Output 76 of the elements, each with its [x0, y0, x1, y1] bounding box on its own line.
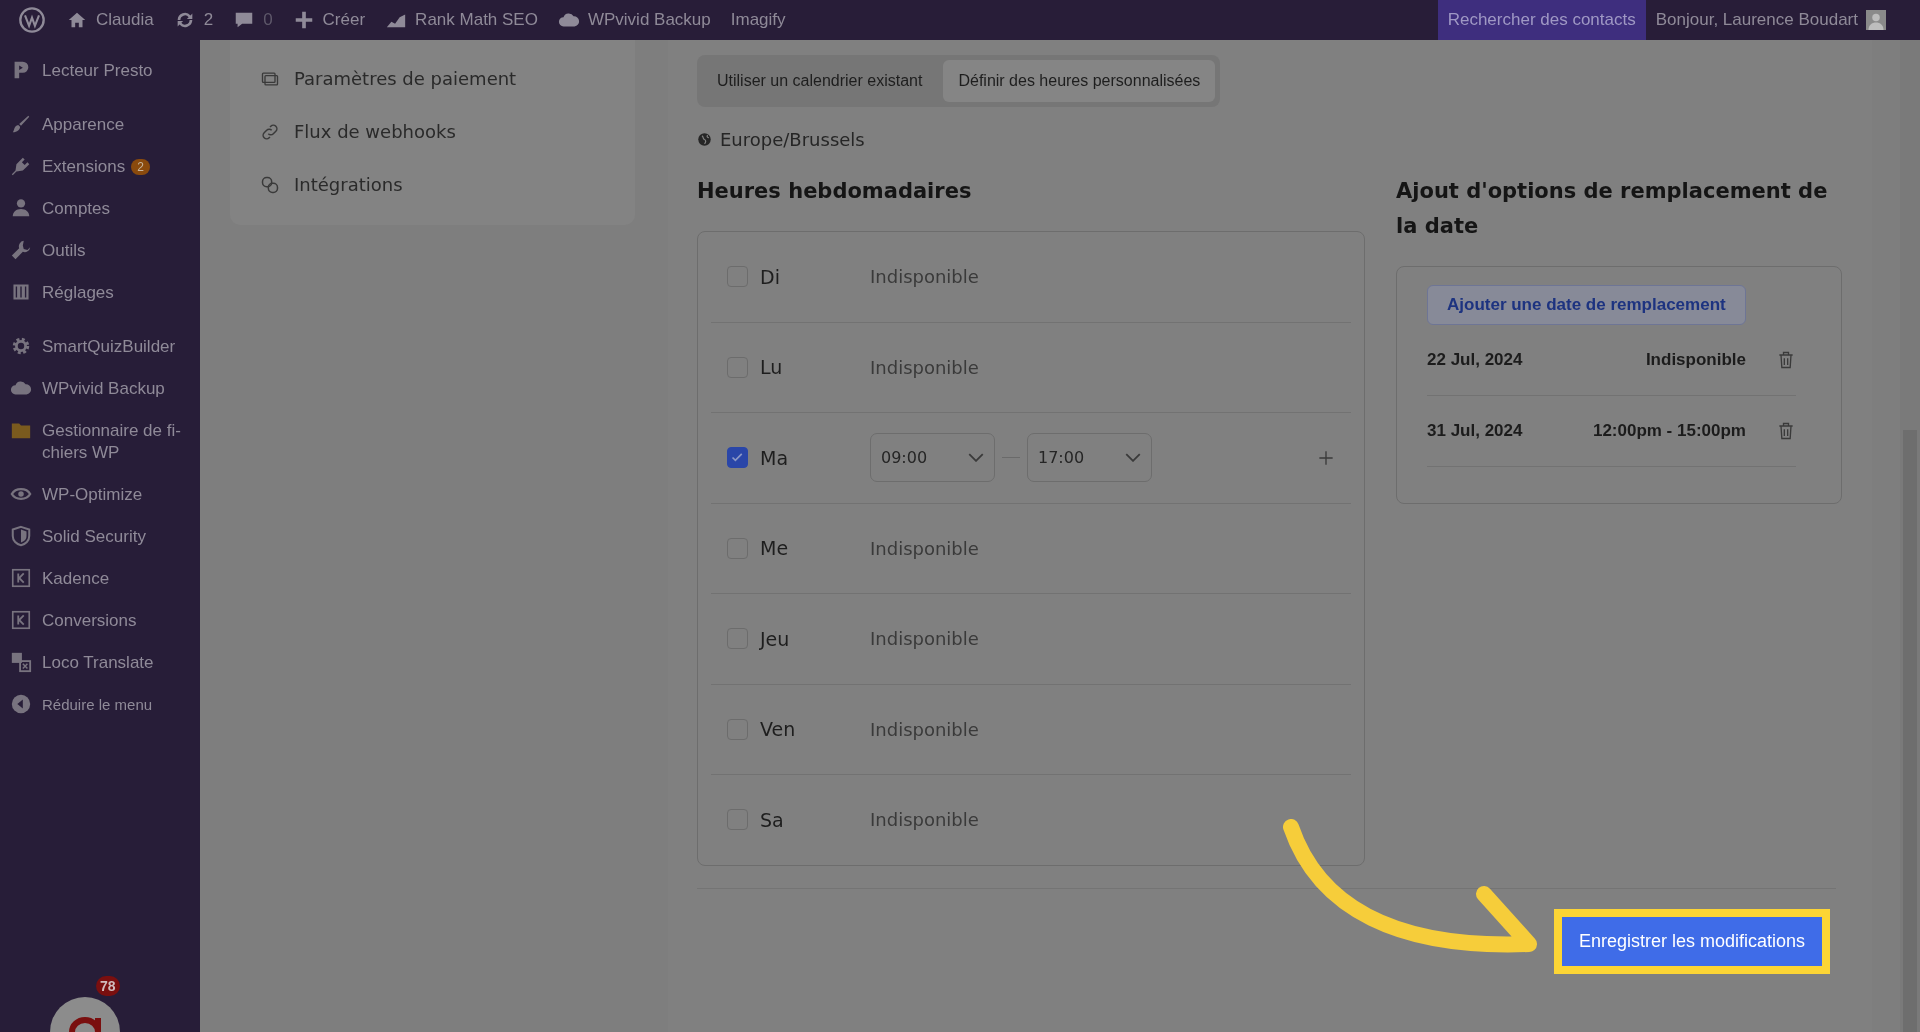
admin-bar-link[interactable]: WPvivid Backup: [587, 10, 711, 30]
translate-icon: [10, 651, 32, 673]
status-text: Indisponible: [870, 809, 979, 831]
sidebar-item[interactable]: Outils: [42, 240, 86, 262]
save-button[interactable]: Enregistrer les modifications: [1561, 916, 1822, 966]
day-label: Ven: [759, 718, 797, 741]
wordpress-logo-icon[interactable]: [18, 6, 46, 34]
sidebar-item[interactable]: SmartQuizBuilder: [42, 336, 176, 358]
checkbox[interactable]: [727, 447, 748, 469]
greeting-link[interactable]: Bonjour, Laurence Boudart: [1655, 10, 1858, 30]
shield-icon: [10, 525, 32, 547]
k-square-icon: [10, 609, 32, 631]
section-heading: Heures hebdomadaires: [697, 178, 973, 205]
sliders-icon: [10, 281, 32, 303]
override-hours: Indisponible: [1645, 350, 1746, 370]
brush-icon: [10, 113, 32, 135]
trash-icon[interactable]: [1776, 350, 1796, 370]
admin-bar-link[interactable]: Imagify: [730, 10, 786, 30]
day-label: Ma: [759, 446, 790, 469]
count-badge: 2: [131, 159, 150, 175]
user-icon: [10, 197, 32, 219]
day-label: Sa: [759, 808, 785, 831]
gear-icon: [10, 335, 32, 357]
scrollbar[interactable]: [1900, 40, 1920, 1032]
avatar-icon[interactable]: [1866, 10, 1886, 30]
sidebar-item[interactable]: Réduire le menu: [42, 694, 153, 716]
section-heading: Ajout d'options de remplacement de la date: [1396, 178, 1829, 240]
override-date: 31 Jul, 2024: [1427, 421, 1524, 441]
admin-bar-link[interactable]: Rank Math SEO: [415, 10, 538, 30]
sidebar-item[interactable]: Lecteur Presto: [42, 60, 153, 82]
admin-bar-link[interactable]: 2: [203, 10, 214, 30]
globe-icon: [697, 132, 712, 147]
chevron-down-icon: [1125, 453, 1141, 463]
sidebar-item[interactable]: Apparence: [42, 114, 125, 136]
time-select[interactable]: 17:00: [1027, 433, 1152, 483]
trash-icon[interactable]: [1776, 421, 1796, 441]
sidebar-item[interactable]: Solid Security: [42, 526, 146, 548]
notification-badge: 78: [96, 976, 120, 996]
plug-icon: [10, 155, 32, 177]
collapse-icon: [10, 693, 32, 715]
search-contacts-button[interactable]: Rechercher des contacts: [1437, 0, 1646, 40]
settings-nav-link[interactable]: Intégrations: [294, 174, 403, 195]
day-label: Lu: [759, 356, 784, 379]
sidebar-item[interactable]: WPvivid Backup: [42, 378, 165, 400]
settings-nav-link[interactable]: Flux de webhooks: [294, 121, 456, 142]
day-label: Me: [759, 537, 790, 560]
sidebar-item[interactable]: Réglages: [42, 282, 114, 304]
k-square-icon: [10, 567, 32, 589]
admin-bar-link[interactable]: Claudia: [96, 10, 154, 30]
sidebar-item[interactable]: Kadence: [42, 568, 110, 590]
chevron-down-icon: [968, 453, 984, 463]
admin-bar-link[interactable]: Créer: [322, 10, 366, 30]
sidebar-item[interactable]: Comptes: [42, 198, 111, 220]
sidebar-item[interactable]: Loco Translate: [42, 652, 154, 674]
day-label: Di: [759, 265, 781, 288]
mode-tab[interactable]: Définir des heures personnalisées: [943, 60, 1216, 102]
override-date: 22 Jul, 2024: [1427, 350, 1524, 370]
timezone-label: Europe/Brussels: [720, 129, 865, 150]
settings-nav-link[interactable]: Paramètres de paiement: [294, 68, 517, 89]
rings-icon: [260, 174, 280, 195]
sidebar-item[interactable]: Extensions: [42, 156, 126, 178]
mode-tab[interactable]: Utiliser un calendrier existant: [702, 60, 938, 102]
sidebar-item[interactable]: Conversions: [42, 610, 137, 632]
day-label: Jeu: [758, 627, 791, 650]
time-select[interactable]: 09:00: [870, 433, 995, 483]
status-text: Indisponible: [870, 718, 979, 740]
status-text: Indisponible: [870, 628, 979, 650]
status-text: Indisponible: [870, 537, 979, 559]
sidebar-item[interactable]: Gestionnaire de fi-chiers WP: [42, 420, 192, 464]
wrench-icon: [10, 239, 32, 261]
add-override-button[interactable]: Ajouter une date de remplacement: [1427, 285, 1746, 325]
sidebar-item[interactable]: WP-Optimize: [42, 484, 143, 506]
override-hours: 12:00pm - 15:00pm: [1592, 421, 1746, 441]
link-icon: [260, 121, 280, 142]
status-text: Indisponible: [870, 356, 979, 378]
status-text: Indisponible: [870, 266, 979, 288]
